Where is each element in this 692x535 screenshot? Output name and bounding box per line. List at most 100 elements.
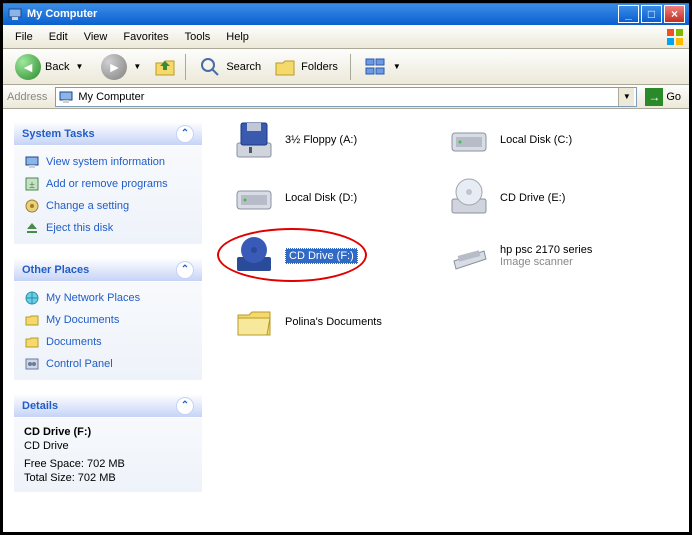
chevron-up-icon[interactable]: ⌃ bbox=[176, 397, 194, 415]
toolbar-separator bbox=[185, 54, 186, 80]
programs-icon: ± bbox=[24, 176, 40, 192]
link-documents[interactable]: Documents bbox=[24, 334, 192, 350]
cd-drive-icon bbox=[233, 235, 275, 277]
side-pane: System Tasks ⌃ View system information ±… bbox=[3, 109, 213, 532]
panel-body: View system information ± Add or remove … bbox=[14, 146, 202, 244]
chevron-up-icon[interactable]: ⌃ bbox=[176, 125, 194, 143]
link-view-system-info[interactable]: View system information bbox=[24, 154, 192, 170]
views-dropdown-icon[interactable]: ▼ bbox=[391, 62, 403, 71]
panel-header-other-places[interactable]: Other Places ⌃ bbox=[14, 258, 202, 282]
search-label: Search bbox=[226, 61, 261, 73]
panel-title: Other Places bbox=[22, 264, 89, 276]
eject-icon bbox=[24, 220, 40, 236]
back-button[interactable]: ◄ Back ▼ bbox=[9, 52, 91, 82]
my-computer-icon bbox=[58, 89, 74, 105]
drive-cd-f[interactable]: CD Drive (F:) bbox=[233, 235, 433, 277]
panel-body: My Network Places My Documents Documents… bbox=[14, 282, 202, 380]
link-label: My Network Places bbox=[46, 292, 140, 304]
link-eject-disk[interactable]: Eject this disk bbox=[24, 220, 192, 236]
item-label: Local Disk (C:) bbox=[500, 134, 572, 146]
network-icon bbox=[24, 290, 40, 306]
toolbar-separator-2 bbox=[350, 54, 351, 80]
menu-help[interactable]: Help bbox=[218, 29, 257, 45]
info-icon bbox=[24, 154, 40, 170]
folder-icon bbox=[233, 301, 275, 343]
menu-tools[interactable]: Tools bbox=[177, 29, 219, 45]
go-arrow-icon: → bbox=[645, 88, 663, 106]
link-network-places[interactable]: My Network Places bbox=[24, 290, 192, 306]
views-button[interactable]: ▼ bbox=[359, 53, 407, 81]
settings-icon bbox=[24, 198, 40, 214]
forward-arrow-icon: ► bbox=[101, 54, 127, 80]
up-button[interactable] bbox=[153, 55, 177, 79]
item-label: CD Drive (F:) bbox=[285, 248, 358, 264]
details-name: CD Drive (F:) bbox=[24, 426, 192, 438]
folder-icon bbox=[24, 312, 40, 328]
app-icon bbox=[7, 6, 23, 22]
panel-title: System Tasks bbox=[22, 128, 95, 140]
go-button[interactable]: → Go bbox=[641, 88, 685, 106]
drive-floppy-a[interactable]: 3½ Floppy (A:) bbox=[233, 119, 433, 161]
link-my-documents[interactable]: My Documents bbox=[24, 312, 192, 328]
link-label: Eject this disk bbox=[46, 222, 113, 234]
search-button[interactable]: Search bbox=[194, 53, 265, 81]
link-label: Documents bbox=[46, 336, 102, 348]
minimize-button[interactable]: _ bbox=[618, 5, 639, 23]
panel-header-system-tasks[interactable]: System Tasks ⌃ bbox=[14, 122, 202, 146]
link-label: My Documents bbox=[46, 314, 119, 326]
drive-local-d[interactable]: Local Disk (D:) bbox=[233, 177, 433, 219]
forward-dropdown-icon[interactable]: ▼ bbox=[131, 62, 143, 71]
panel-details: Details ⌃ CD Drive (F:) CD Drive Free Sp… bbox=[13, 393, 203, 493]
item-label: Polina's Documents bbox=[285, 316, 382, 328]
menu-file[interactable]: File bbox=[7, 29, 41, 45]
back-arrow-icon: ◄ bbox=[15, 54, 41, 80]
menubar: File Edit View Favorites Tools Help bbox=[3, 25, 689, 49]
details-free-space: Free Space: 702 MB bbox=[24, 458, 192, 470]
titlebar: My Computer _ □ × bbox=[3, 3, 689, 25]
panel-other-places: Other Places ⌃ My Network Places My Docu… bbox=[13, 257, 203, 381]
menu-favorites[interactable]: Favorites bbox=[115, 29, 176, 45]
link-add-remove-programs[interactable]: ± Add or remove programs bbox=[24, 176, 192, 192]
drive-local-c[interactable]: Local Disk (C:) bbox=[448, 119, 648, 161]
back-label: Back bbox=[45, 61, 69, 73]
address-field[interactable]: My Computer ▼ bbox=[55, 87, 637, 107]
link-label: Change a setting bbox=[46, 200, 129, 212]
item-label: hp psc 2170 series bbox=[500, 244, 592, 256]
main-view[interactable]: 3½ Floppy (A:) Local Disk (C:) Local Dis… bbox=[213, 109, 689, 532]
device-scanner[interactable]: hp psc 2170 series Image scanner bbox=[448, 235, 648, 277]
chevron-up-icon[interactable]: ⌃ bbox=[176, 261, 194, 279]
address-dropdown-button[interactable]: ▼ bbox=[618, 88, 634, 106]
panel-title: Details bbox=[22, 400, 58, 412]
scanner-icon bbox=[448, 235, 490, 277]
maximize-button[interactable]: □ bbox=[641, 5, 662, 23]
folders-button[interactable]: Folders bbox=[269, 53, 342, 81]
go-label: Go bbox=[666, 91, 681, 103]
item-sublabel: Image scanner bbox=[500, 256, 592, 268]
hard-drive-icon bbox=[448, 119, 490, 161]
menu-view[interactable]: View bbox=[76, 29, 116, 45]
windows-logo-icon bbox=[665, 27, 685, 47]
panel-system-tasks: System Tasks ⌃ View system information ±… bbox=[13, 121, 203, 245]
link-control-panel[interactable]: Control Panel bbox=[24, 356, 192, 372]
menu-edit[interactable]: Edit bbox=[41, 29, 76, 45]
item-label: Local Disk (D:) bbox=[285, 192, 357, 204]
search-icon bbox=[198, 55, 222, 79]
drive-cd-e[interactable]: CD Drive (E:) bbox=[448, 177, 648, 219]
window-title: My Computer bbox=[27, 8, 616, 20]
views-icon bbox=[363, 55, 387, 79]
details-type: CD Drive bbox=[24, 440, 192, 452]
item-label: CD Drive (E:) bbox=[500, 192, 565, 204]
forward-button[interactable]: ► ▼ bbox=[95, 52, 149, 82]
cd-drive-icon bbox=[448, 177, 490, 219]
content-area: System Tasks ⌃ View system information ±… bbox=[3, 109, 689, 532]
panel-body: CD Drive (F:) CD Drive Free Space: 702 M… bbox=[14, 418, 202, 492]
close-button[interactable]: × bbox=[664, 5, 685, 23]
panel-header-details[interactable]: Details ⌃ bbox=[14, 394, 202, 418]
link-change-setting[interactable]: Change a setting bbox=[24, 198, 192, 214]
back-dropdown-icon[interactable]: ▼ bbox=[73, 62, 85, 71]
folders-label: Folders bbox=[301, 61, 338, 73]
folder-polinas-documents[interactable]: Polina's Documents bbox=[233, 301, 433, 343]
address-value: My Computer bbox=[78, 91, 144, 103]
item-label: 3½ Floppy (A:) bbox=[285, 134, 357, 146]
hard-drive-icon bbox=[233, 177, 275, 219]
